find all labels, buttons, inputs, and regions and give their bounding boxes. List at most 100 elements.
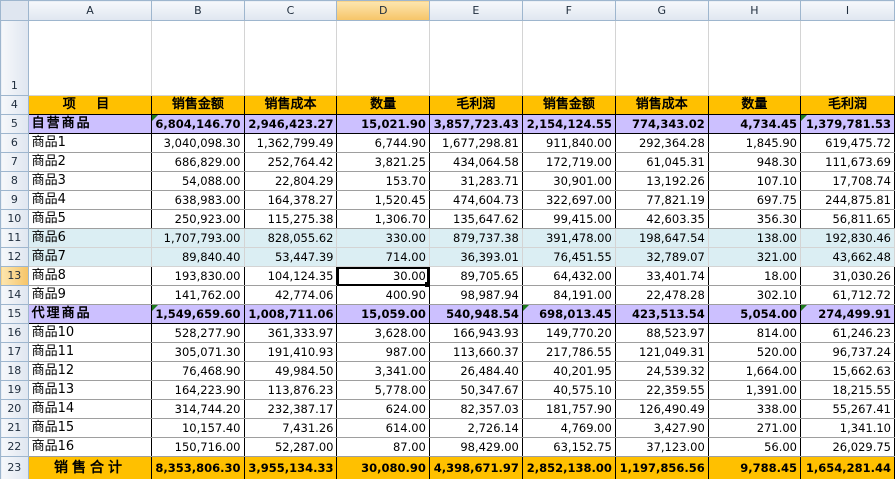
row-header-15[interactable]: 15	[0, 304, 29, 324]
cell-b21[interactable]: 10,157.40	[151, 418, 245, 438]
cell-d7[interactable]: 3,821.25	[336, 152, 430, 172]
cell-c20[interactable]: 232,387.17	[243, 399, 338, 419]
cell-f9[interactable]: 322,697.00	[521, 190, 616, 210]
cell-i7[interactable]: 111,673.69	[800, 152, 895, 172]
row-header-6[interactable]: 6	[0, 133, 29, 153]
cell-d9[interactable]: 1,520.45	[336, 190, 430, 210]
cell-i17[interactable]: 96,737.24	[800, 342, 895, 362]
row-header-12[interactable]: 12	[0, 247, 29, 267]
cell-c14[interactable]: 42,774.06	[243, 285, 338, 305]
cell-d14[interactable]: 400.90	[336, 285, 430, 305]
cell-e5[interactable]: 3,857,723.43	[428, 114, 523, 134]
cell-e9[interactable]: 474,604.73	[428, 190, 523, 210]
cell-i6[interactable]: 619,475.72	[800, 133, 895, 153]
column-header-b[interactable]: B	[151, 0, 245, 21]
cell-e12[interactable]: 36,393.01	[428, 247, 523, 267]
cell-h8[interactable]: 107.10	[707, 171, 802, 191]
cell-a6[interactable]: 商品1	[27, 133, 153, 153]
cell-e7[interactable]: 434,064.58	[428, 152, 523, 172]
cell-c8[interactable]: 22,804.29	[243, 171, 338, 191]
cell-f12[interactable]: 76,451.55	[521, 247, 616, 267]
cell-c11[interactable]: 828,055.62	[243, 228, 338, 248]
cell-a19[interactable]: 商品13	[27, 380, 153, 400]
cell-g11[interactable]: 198,647.54	[614, 228, 709, 248]
cell-d8[interactable]: 153.70	[336, 171, 430, 191]
cell-h7[interactable]: 948.30	[707, 152, 802, 172]
row-header-21[interactable]: 21	[0, 418, 29, 438]
row-header-9[interactable]: 9	[0, 190, 29, 210]
cell-d23[interactable]: 30,080.90	[336, 456, 430, 479]
column-header-d[interactable]: D	[336, 0, 430, 21]
row-header-7[interactable]: 7	[0, 152, 29, 172]
cell-i9[interactable]: 244,875.81	[800, 190, 895, 210]
cell-i11[interactable]: 192,830.46	[800, 228, 895, 248]
cell-e20[interactable]: 82,357.03	[428, 399, 523, 419]
cell-c15[interactable]: 1,008,711.06	[243, 304, 338, 324]
cell-e22[interactable]: 98,429.00	[428, 437, 523, 457]
cell-i20[interactable]: 55,267.41	[800, 399, 895, 419]
header-cell-e[interactable]: 毛利润	[428, 95, 523, 115]
cell-e16[interactable]: 166,943.93	[428, 323, 523, 343]
row-header-8[interactable]: 8	[0, 171, 29, 191]
cell-a14[interactable]: 商品9	[27, 285, 153, 305]
row-header-11[interactable]: 11	[0, 228, 29, 248]
cell-a15[interactable]: 代理商品	[27, 304, 153, 324]
row-header-22[interactable]: 22	[0, 437, 29, 457]
cell-b13[interactable]: 193,830.00	[151, 266, 245, 286]
row-header-17[interactable]: 17	[0, 342, 29, 362]
cell-h21[interactable]: 271.00	[707, 418, 802, 438]
cell-f15[interactable]: 698,013.45	[521, 304, 616, 324]
cell-a20[interactable]: 商品14	[27, 399, 153, 419]
row-header-13[interactable]: 13	[0, 266, 29, 286]
cell-c23[interactable]: 3,955,134.33	[243, 456, 338, 479]
cell-f13[interactable]: 64,432.00	[521, 266, 616, 286]
row-header-20[interactable]: 20	[0, 399, 29, 419]
cell-c10[interactable]: 115,275.38	[243, 209, 338, 229]
cell-b1[interactable]	[151, 20, 245, 96]
cell-i8[interactable]: 17,708.74	[800, 171, 895, 191]
cell-h5[interactable]: 4,734.45	[707, 114, 802, 134]
cell-c17[interactable]: 191,410.93	[243, 342, 338, 362]
cell-f20[interactable]: 181,757.90	[521, 399, 616, 419]
cell-b18[interactable]: 76,468.90	[151, 361, 245, 381]
cell-c7[interactable]: 252,764.42	[243, 152, 338, 172]
cell-g21[interactable]: 3,427.90	[614, 418, 709, 438]
cell-g10[interactable]: 42,603.35	[614, 209, 709, 229]
cell-i1[interactable]	[800, 20, 895, 96]
spreadsheet-grid[interactable]: ABCDEFGHI14项 目销售金额 销售成本 数量 毛利润 销售金额 销售成本 数量 毛利润…	[0, 0, 895, 479]
cell-b17[interactable]: 305,071.30	[151, 342, 245, 362]
cell-d21[interactable]: 614.00	[336, 418, 430, 438]
cell-f18[interactable]: 40,201.95	[521, 361, 616, 381]
cell-c22[interactable]: 52,287.00	[243, 437, 338, 457]
cell-g8[interactable]: 13,192.26	[614, 171, 709, 191]
cell-e21[interactable]: 2,726.14	[428, 418, 523, 438]
cell-d11[interactable]: 330.00	[336, 228, 430, 248]
cell-b5[interactable]: 6,804,146.70	[151, 114, 245, 134]
cell-f19[interactable]: 40,575.10	[521, 380, 616, 400]
cell-h22[interactable]: 56.00	[707, 437, 802, 457]
column-header-i[interactable]: I	[800, 0, 895, 21]
cell-e14[interactable]: 98,987.94	[428, 285, 523, 305]
header-cell-i[interactable]: 毛利润	[800, 95, 895, 115]
header-cell-a[interactable]: 项 目	[27, 95, 153, 115]
cell-h17[interactable]: 520.00	[707, 342, 802, 362]
cell-h1[interactable]	[707, 20, 802, 96]
cell-f5[interactable]: 2,154,124.55	[521, 114, 616, 134]
cell-d19[interactable]: 5,778.00	[336, 380, 430, 400]
cell-d15[interactable]: 15,059.00	[336, 304, 430, 324]
cell-f22[interactable]: 63,152.75	[521, 437, 616, 457]
cell-h19[interactable]: 1,391.00	[707, 380, 802, 400]
cell-d20[interactable]: 624.00	[336, 399, 430, 419]
cell-b14[interactable]: 141,762.00	[151, 285, 245, 305]
cell-a13[interactable]: 商品8	[27, 266, 153, 286]
cell-i16[interactable]: 61,246.23	[800, 323, 895, 343]
cell-b12[interactable]: 89,840.40	[151, 247, 245, 267]
cell-a23[interactable]: 销售合计	[27, 456, 153, 479]
cell-b19[interactable]: 164,223.90	[151, 380, 245, 400]
cell-d10[interactable]: 1,306.70	[336, 209, 430, 229]
cell-f21[interactable]: 4,769.00	[521, 418, 616, 438]
cell-f23[interactable]: 2,852,138.00	[521, 456, 616, 479]
row-header-23[interactable]: 23	[0, 456, 29, 479]
cell-c18[interactable]: 49,984.50	[243, 361, 338, 381]
cell-h10[interactable]: 356.30	[707, 209, 802, 229]
